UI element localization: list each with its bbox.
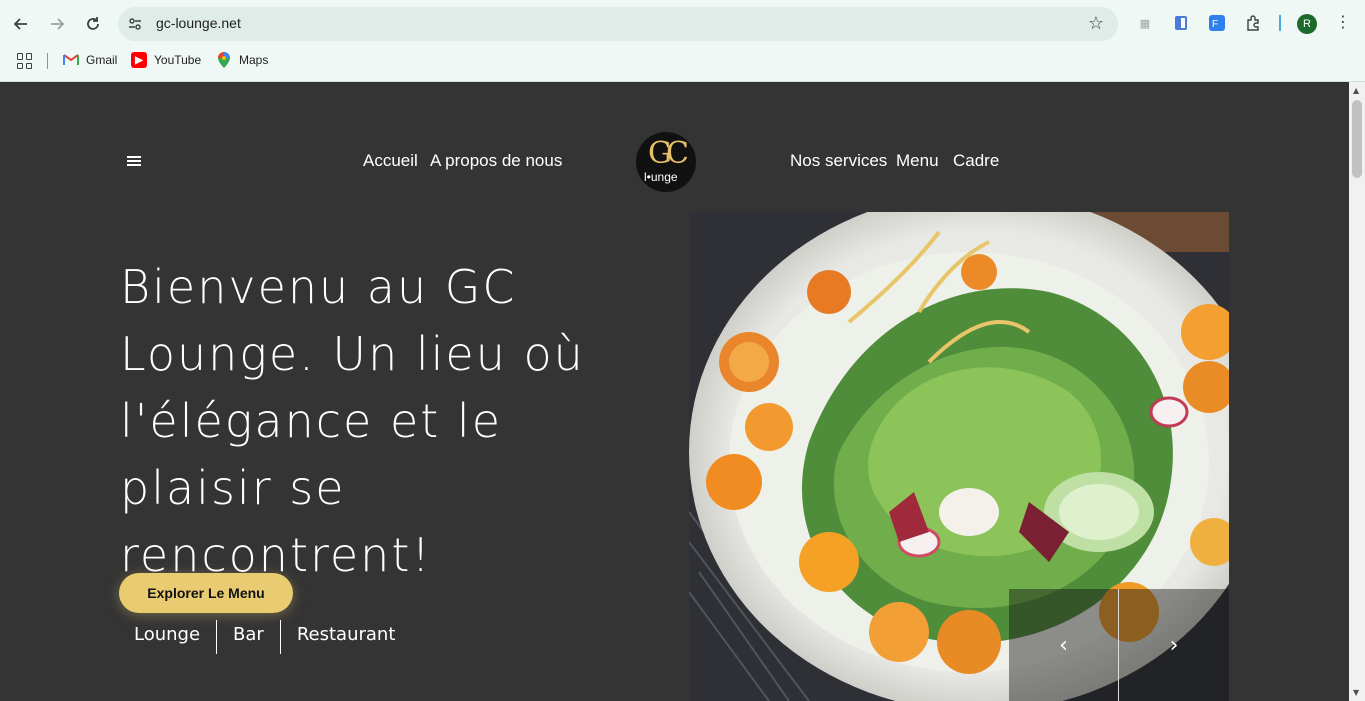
scroll-up-arrow-icon[interactable]: ▲ <box>1353 86 1359 95</box>
nav-cadre[interactable]: Cadre <box>953 151 999 171</box>
explore-menu-button[interactable]: Explorer Le Menu <box>119 573 293 613</box>
bookmark-label: Maps <box>239 53 269 67</box>
profile-avatar[interactable]: R <box>1297 14 1317 34</box>
apps-grid-icon[interactable] <box>17 53 33 69</box>
logo-subtitle: l•unge <box>644 170 678 184</box>
extension-puzzle-grey-icon[interactable]: ▦ <box>1135 13 1155 33</box>
bookmark-label: Gmail <box>86 53 118 67</box>
bookmark-star-icon[interactable]: ☆ <box>1088 13 1104 34</box>
bookmarks-bar: Gmail ▶ YouTube Maps <box>0 48 1365 74</box>
nav-menu[interactable]: Menu <box>896 151 939 171</box>
tag-lounge: Lounge <box>118 620 218 654</box>
hamburger-menu-icon[interactable] <box>127 156 141 166</box>
scroll-thumb[interactable] <box>1352 100 1362 178</box>
tag-restaurant: Restaurant <box>296 624 396 645</box>
bookmark-maps[interactable]: Maps <box>216 52 268 68</box>
bookmarks-divider <box>47 53 48 69</box>
hero-title: Bienvenu au GC Lounge. Un lieu où l'élég… <box>120 260 585 582</box>
toolbar-divider <box>1279 15 1281 31</box>
hero-food-image: ‹ › <box>689 212 1229 701</box>
chevron-left-icon: ‹ <box>1059 632 1068 658</box>
bookmark-youtube[interactable]: ▶ YouTube <box>131 52 201 68</box>
svg-text:F: F <box>1212 19 1218 30</box>
extension-translate-icon[interactable]: F <box>1207 13 1227 33</box>
extension-document-icon[interactable] <box>1171 13 1191 33</box>
nav-accueil[interactable]: Accueil <box>363 151 418 171</box>
youtube-icon: ▶ <box>131 52 147 68</box>
extensions-puzzle-icon[interactable] <box>1243 13 1263 33</box>
bookmark-label: YouTube <box>154 53 202 67</box>
tag-bar: Bar <box>217 620 281 654</box>
venue-tags: Lounge Bar Restaurant <box>118 620 411 654</box>
chevron-right-icon: › <box>1169 632 1179 658</box>
maps-icon <box>216 52 232 68</box>
address-bar[interactable]: gc-lounge.net ☆ <box>118 7 1118 41</box>
back-arrow-icon[interactable] <box>8 11 34 37</box>
page-content: Accueil A propos de nous GC l•unge Nos s… <box>0 82 1349 701</box>
forward-arrow-icon[interactable] <box>44 11 70 37</box>
gc-lounge-logo[interactable]: GC l•unge <box>636 132 696 192</box>
carousel-prev-button[interactable]: ‹ <box>1009 589 1119 701</box>
bookmark-gmail[interactable]: Gmail <box>63 52 117 68</box>
carousel-next-button[interactable]: › <box>1119 589 1229 701</box>
more-options-icon[interactable]: ⋮ <box>1335 12 1351 31</box>
page-scrollbar[interactable]: ▲ ▼ <box>1349 82 1365 701</box>
scroll-down-arrow-icon[interactable]: ▼ <box>1353 688 1359 697</box>
nav-a-propos[interactable]: A propos de nous <box>430 151 562 171</box>
browser-chrome: gc-lounge.net ☆ ▦ F R ⋮ Gmail ▶ YouTube … <box>0 0 1365 82</box>
nav-nos-services[interactable]: Nos services <box>790 151 887 171</box>
logo-monogram: GC <box>648 136 689 171</box>
reload-icon[interactable] <box>80 11 106 37</box>
gmail-icon <box>63 52 79 68</box>
site-settings-icon[interactable] <box>126 15 144 33</box>
url-text[interactable]: gc-lounge.net <box>156 15 241 31</box>
